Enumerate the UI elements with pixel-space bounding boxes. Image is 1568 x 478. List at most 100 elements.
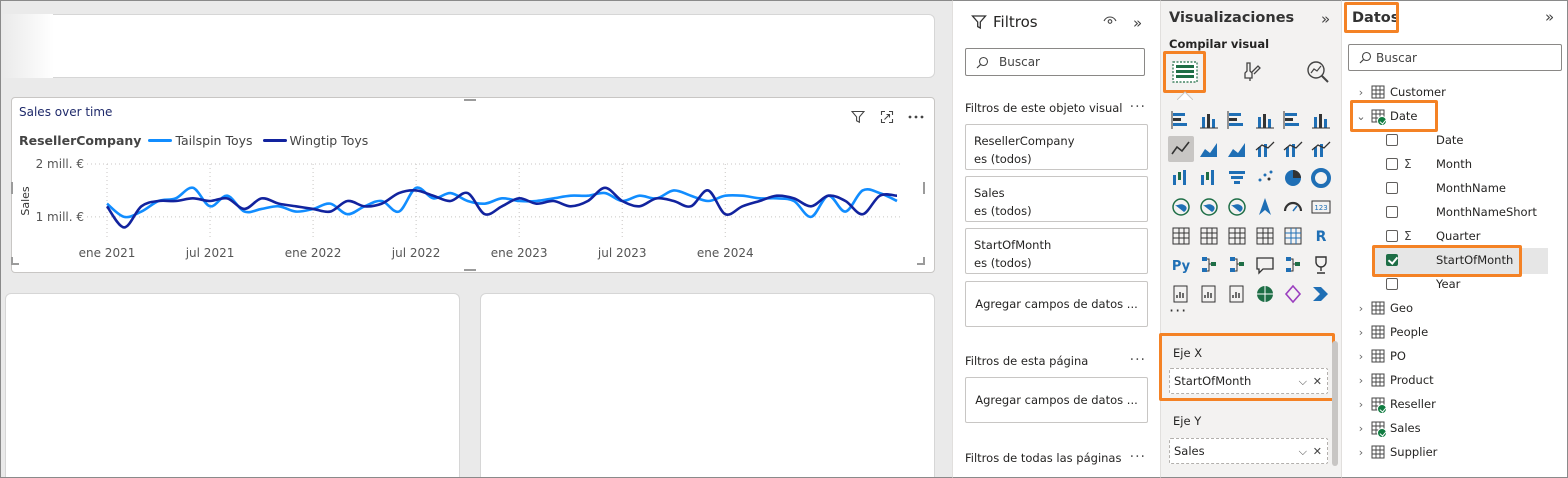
field-year[interactable]: Year — [1386, 273, 1460, 295]
add-visual-filter-field[interactable]: Agregar campos de datos ... — [965, 281, 1148, 327]
filled-map-icon[interactable] — [1196, 194, 1222, 220]
chevron-down-icon[interactable]: ⌵ — [1299, 375, 1307, 389]
python-visual-icon[interactable]: Py — [1168, 252, 1194, 278]
table-product[interactable]: › Product — [1355, 369, 1434, 391]
y-axis-field-pill[interactable]: Sales ⌵ ✕ — [1169, 438, 1328, 464]
table-people[interactable]: › People — [1355, 321, 1428, 343]
table-date[interactable]: ⌄ Date — [1355, 105, 1418, 127]
bottom-left-visual-card[interactable] — [5, 293, 460, 477]
waterfall-icon[interactable] — [1168, 165, 1194, 191]
filter-card-resellercompany[interactable]: ResellerCompany es (todos) — [965, 124, 1148, 170]
resize-handle-left[interactable] — [11, 182, 13, 194]
qa-icon[interactable] — [1252, 252, 1278, 278]
filters-search-input[interactable] — [999, 55, 1119, 69]
smart-narrative-icon[interactable] — [1280, 252, 1306, 278]
format-visual-tab[interactable] — [1232, 53, 1270, 91]
line-stacked-column-icon[interactable] — [1280, 136, 1306, 162]
field-checkbox[interactable] — [1386, 278, 1398, 290]
matrix-icon[interactable] — [1280, 223, 1306, 249]
analytics-tab[interactable] — [1299, 53, 1337, 91]
top-visual-card[interactable] — [53, 14, 935, 78]
x-axis-field-pill[interactable]: StartOfMonth ⌵ ✕ — [1169, 368, 1328, 394]
kpi-icon[interactable] — [1196, 223, 1222, 249]
scatter-chart-icon[interactable] — [1224, 165, 1250, 191]
r-visual-icon[interactable]: R — [1308, 223, 1334, 249]
dataflow-icon[interactable] — [1308, 281, 1334, 307]
data-search-input[interactable] — [1376, 50, 1496, 65]
azure-map-icon[interactable] — [1252, 194, 1278, 220]
filters-search-box[interactable] — [965, 48, 1145, 76]
clustered-column-icon[interactable] — [1252, 107, 1278, 133]
add-page-filter-field[interactable]: Agregar campos de datos ... — [965, 377, 1148, 423]
power-automate-icon[interactable] — [1224, 281, 1250, 307]
table-visual-icon[interactable] — [1252, 223, 1278, 249]
table-reseller[interactable]: › Reseller — [1355, 393, 1436, 415]
ribbon-chart-icon[interactable] — [1308, 136, 1334, 162]
line-chart-visual[interactable]: Sales over time ResellerCompany Tailspin… — [11, 97, 935, 273]
treemap-icon[interactable] — [1308, 165, 1334, 191]
area-chart-icon[interactable] — [1196, 136, 1222, 162]
collapse-visualizations-icon[interactable]: » — [1321, 10, 1330, 28]
field-month[interactable]: Σ Month — [1386, 153, 1472, 175]
table-customer[interactable]: › Customer — [1355, 81, 1446, 103]
build-visual-tab[interactable] — [1166, 53, 1204, 91]
resize-handle-bottom[interactable] — [464, 269, 476, 271]
field-checkbox[interactable] — [1386, 182, 1398, 194]
data-search-box[interactable] — [1348, 44, 1562, 71]
field-checkbox[interactable] — [1386, 206, 1398, 218]
stacked-area-icon[interactable] — [1224, 136, 1250, 162]
clustered-bar-icon[interactable] — [1224, 107, 1250, 133]
filter-card-startofmonth[interactable]: StartOfMonth es (todos) — [965, 228, 1148, 274]
remove-field-icon[interactable]: ✕ — [1313, 445, 1322, 458]
resize-handle-corner-br-v[interactable] — [923, 257, 925, 265]
field-date[interactable]: Date — [1386, 129, 1464, 151]
pie-chart-icon[interactable] — [1252, 165, 1278, 191]
table-po[interactable]: › PO — [1355, 345, 1406, 367]
table-geo[interactable]: › Geo — [1355, 297, 1413, 319]
stacked-bar-icon[interactable] — [1168, 107, 1194, 133]
remove-field-icon[interactable]: ✕ — [1313, 375, 1322, 388]
field-checkbox[interactable] — [1386, 158, 1398, 170]
all-pages-filters-more-icon[interactable]: ··· — [1130, 449, 1146, 465]
100-stacked-bar-icon[interactable] — [1280, 107, 1306, 133]
table-sales[interactable]: › Sales — [1355, 417, 1421, 439]
field-monthnameshort[interactable]: MonthNameShort — [1386, 201, 1537, 223]
chevron-down-icon[interactable]: ⌵ — [1299, 445, 1307, 459]
more-visuals-icon[interactable]: ··· — [1169, 301, 1187, 320]
filter-card-sales[interactable]: Sales es (todos) — [965, 176, 1148, 222]
field-checkbox-checked[interactable] — [1386, 254, 1398, 266]
bottom-right-visual-card[interactable] — [480, 293, 935, 477]
map-icon[interactable] — [1168, 194, 1194, 220]
field-monthname[interactable]: MonthName — [1386, 177, 1506, 199]
key-influencers-icon[interactable] — [1196, 252, 1222, 278]
collapse-filters-icon[interactable]: » — [1133, 14, 1142, 32]
visual-filters-more-icon[interactable]: ··· — [1130, 99, 1146, 115]
resize-handle-corner-bl-v[interactable] — [11, 257, 13, 265]
donut-chart-icon[interactable] — [1280, 165, 1306, 191]
visualizations-scrollbar[interactable] — [1332, 341, 1338, 466]
field-startofmonth[interactable]: StartOfMonth — [1386, 249, 1513, 271]
decomposition-tree-icon[interactable] — [1224, 252, 1250, 278]
shape-map-icon[interactable] — [1224, 194, 1250, 220]
100-stacked-column-icon[interactable] — [1308, 107, 1334, 133]
resize-handle-right[interactable] — [923, 182, 925, 194]
gauge-icon[interactable] — [1280, 194, 1306, 220]
power-apps-icon[interactable] — [1196, 281, 1222, 307]
stacked-column-icon[interactable] — [1196, 107, 1222, 133]
multi-row-card-icon[interactable] — [1168, 223, 1194, 249]
arcgis-map-icon[interactable] — [1252, 281, 1278, 307]
slicer-icon[interactable] — [1224, 223, 1250, 249]
line-chart-icon[interactable] — [1168, 136, 1194, 162]
resize-handle-top[interactable] — [464, 99, 476, 101]
field-checkbox[interactable] — [1386, 230, 1398, 242]
eye-icon[interactable] — [1103, 14, 1117, 28]
table-supplier[interactable]: › Supplier — [1355, 441, 1438, 463]
line-clustered-column-icon[interactable] — [1252, 136, 1278, 162]
page-filters-more-icon[interactable]: ··· — [1130, 352, 1146, 368]
funnel-chart-icon[interactable] — [1196, 165, 1222, 191]
metrics-icon[interactable] — [1308, 252, 1334, 278]
collapse-data-icon[interactable]: » — [1545, 8, 1554, 26]
power-automate-flow-icon[interactable] — [1280, 281, 1306, 307]
card-icon[interactable]: 123 — [1308, 194, 1334, 220]
field-checkbox[interactable] — [1386, 134, 1398, 146]
